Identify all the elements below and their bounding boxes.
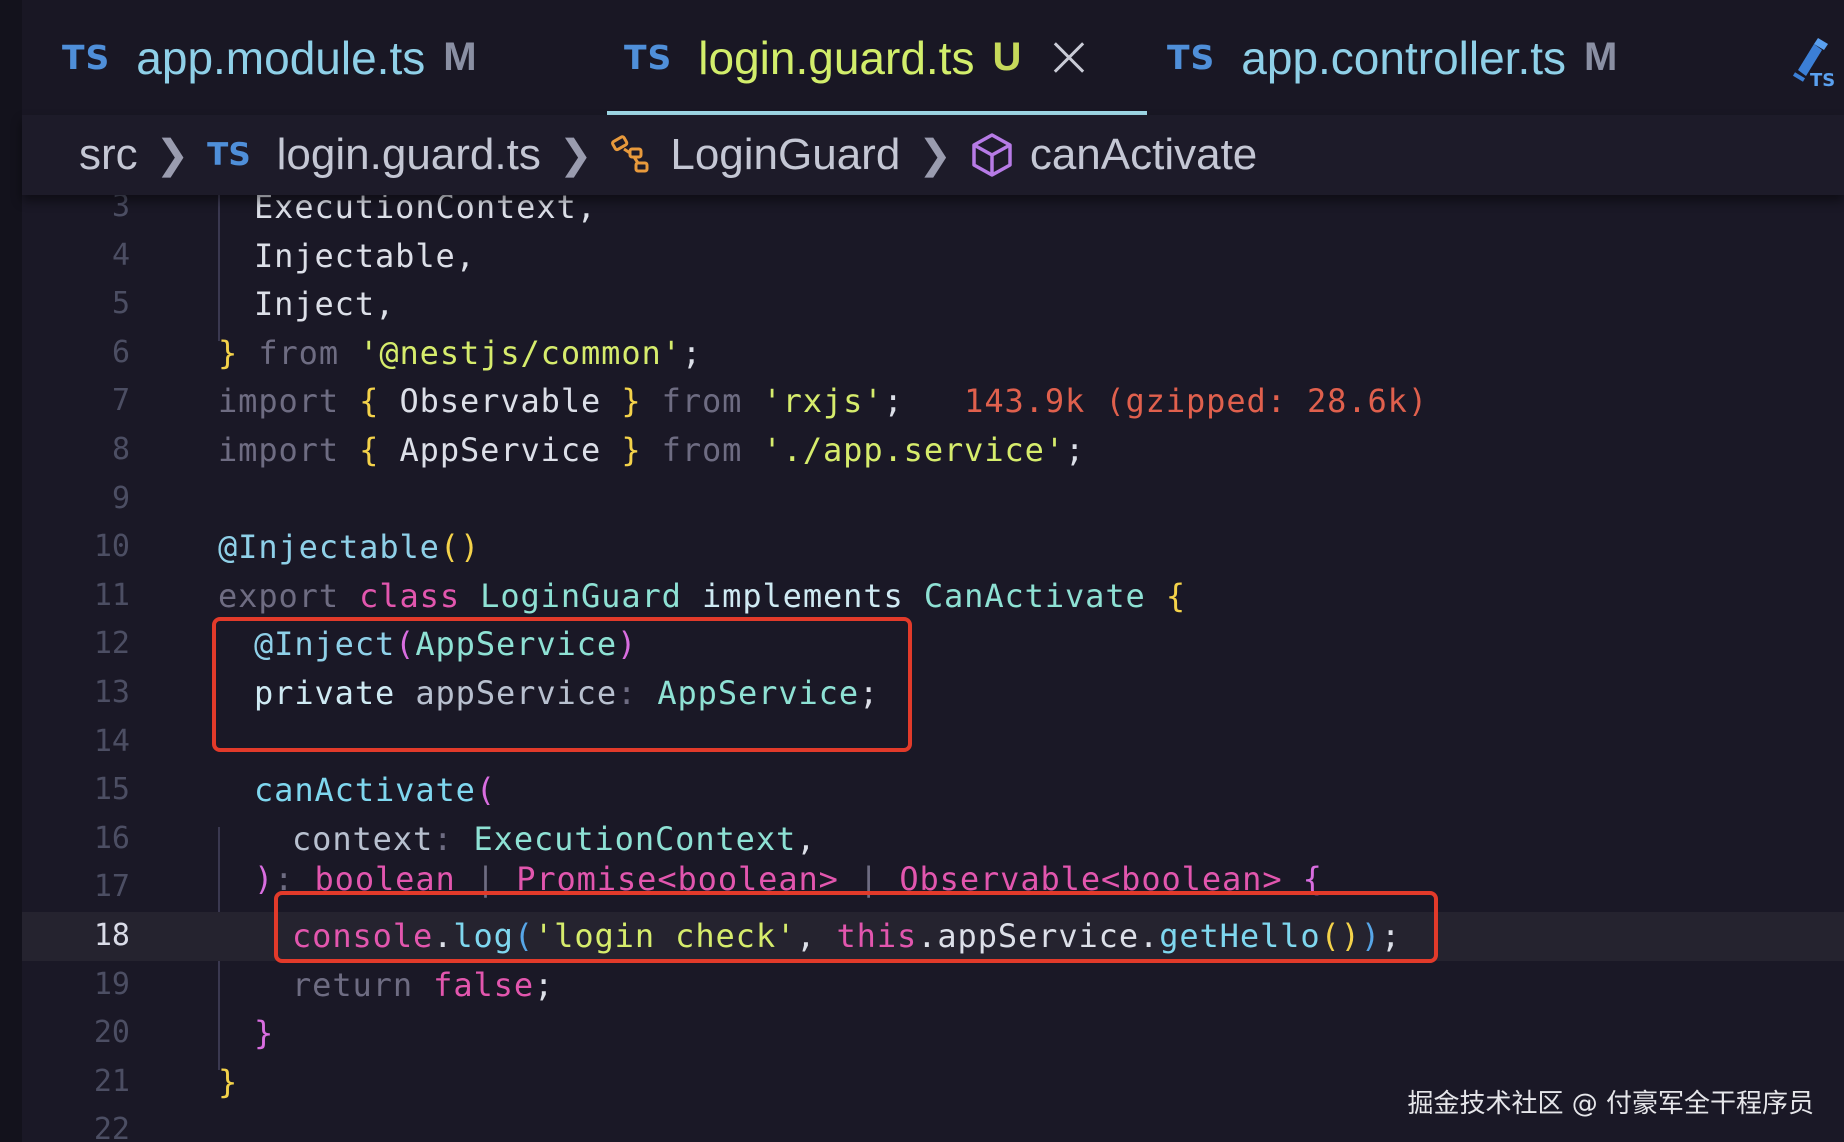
code-text: ExecutionContext, [254, 195, 597, 226]
watermark: 掘金技术社区 @ 付豪军全干程序员 [1407, 1089, 1814, 1119]
chevron-right-icon: ❯ [918, 133, 952, 177]
activity-bar-edge [0, 0, 23, 1142]
chevron-right-icon: ❯ [155, 133, 190, 177]
code-line-5: 5 Inject, [22, 280, 1844, 329]
line-number: 12 [93, 626, 130, 662]
breadcrumb-method[interactable]: canActivate [1030, 130, 1257, 180]
svg-text:TS: TS [1810, 70, 1835, 90]
line-number: 19 [93, 966, 130, 1002]
chevron-right-icon: ❯ [558, 133, 593, 177]
code-line-20: 20 } [22, 1009, 1844, 1058]
line-number: 15 [93, 772, 130, 808]
tab-git-status: U [992, 35, 1022, 79]
line-number: 16 [93, 820, 130, 856]
editor-tab-bar: TS app.module.ts M TS login.guard.ts U T… [22, 0, 1844, 115]
highlight-box-console-log [274, 891, 1438, 963]
code-text: canActivate( [254, 771, 496, 810]
tab-login-guard[interactable]: TS login.guard.ts U [624, 0, 1085, 115]
line-number: 6 [111, 334, 130, 370]
line-number: 21 [93, 1063, 130, 1099]
import-cost-hint: 143.9k (gzipped: 28.6k) [903, 382, 1428, 421]
tab-app-module[interactable]: TS app.module.ts M [62, 0, 477, 115]
highlight-box-inject [212, 617, 912, 752]
code-text: import { Observable } from 'rxjs'; 143.9… [218, 382, 1428, 421]
code-line-15: 15 canActivate( [22, 766, 1844, 815]
code-text: Injectable, [254, 236, 476, 275]
typescript-file-icon: TS [207, 137, 251, 173]
line-number: 10 [93, 529, 130, 565]
typescript-debug-icon[interactable]: TS [1784, 30, 1844, 90]
code-line-6: 6 } from '@nestjs/common'; [22, 329, 1844, 378]
code-text: } [218, 1062, 239, 1101]
code-text: export class LoginGuard implements CanAc… [218, 576, 1186, 615]
line-number: 14 [93, 723, 130, 759]
code-line-10: 10 @Injectable() [22, 523, 1844, 572]
tab-git-status: M [443, 35, 477, 79]
code-text: return false; [292, 965, 555, 1004]
breadcrumb: src ❯ TS login.guard.ts ❯ LoginGuard ❯ c… [22, 115, 1844, 195]
tab-label: login.guard.ts [698, 31, 975, 84]
code-line-3: 3 ExecutionContext, [22, 195, 1844, 232]
tab-app-controller[interactable]: TS app.controller.ts M [1167, 0, 1617, 115]
close-icon[interactable] [1051, 41, 1085, 75]
line-number: 7 [111, 383, 130, 419]
line-number: 5 [111, 286, 130, 322]
line-number: 18 [93, 918, 130, 953]
line-number: 20 [93, 1015, 130, 1051]
code-line-19: 19 return false; [22, 961, 1844, 1010]
code-text: Inject, [254, 285, 396, 324]
tab-label: app.module.ts [136, 31, 426, 84]
line-number: 13 [93, 675, 130, 710]
typescript-file-icon: TS [624, 38, 673, 77]
typescript-file-icon: TS [62, 38, 111, 77]
line-number: 22 [93, 1112, 130, 1142]
code-line-8: 8 import { AppService } from './app.serv… [22, 426, 1844, 475]
code-line-7: 7 import { Observable } from 'rxjs'; 143… [22, 377, 1844, 426]
line-number: 9 [111, 480, 130, 516]
code-text: import { AppService } from './app.servic… [218, 431, 1086, 469]
code-line-11: 11 export class LoginGuard implements Ca… [22, 572, 1844, 621]
code-text: } from '@nestjs/common'; [218, 333, 702, 372]
breadcrumb-class[interactable]: LoginGuard [670, 130, 900, 180]
line-number: 4 [111, 237, 130, 273]
code-text: @Injectable() [218, 528, 481, 567]
tab-label: app.controller.ts [1241, 31, 1567, 84]
breadcrumb-folder[interactable]: src [79, 130, 138, 180]
code-text: } [254, 1014, 275, 1053]
breadcrumb-file[interactable]: login.guard.ts [277, 130, 541, 180]
code-editor[interactable]: 3 ExecutionContext, 4 Injectable, 5 Inje… [22, 195, 1844, 1142]
tab-git-status: M [1584, 35, 1618, 79]
line-number: 3 [111, 195, 130, 224]
code-line-9: 9 [22, 475, 1844, 524]
method-cube-icon [970, 132, 1014, 178]
code-line-4: 4 Injectable, [22, 232, 1844, 281]
typescript-file-icon: TS [1167, 38, 1216, 77]
line-number: 17 [93, 869, 130, 905]
line-number: 11 [93, 577, 130, 613]
class-icon [610, 135, 654, 175]
line-number: 8 [111, 432, 130, 467]
